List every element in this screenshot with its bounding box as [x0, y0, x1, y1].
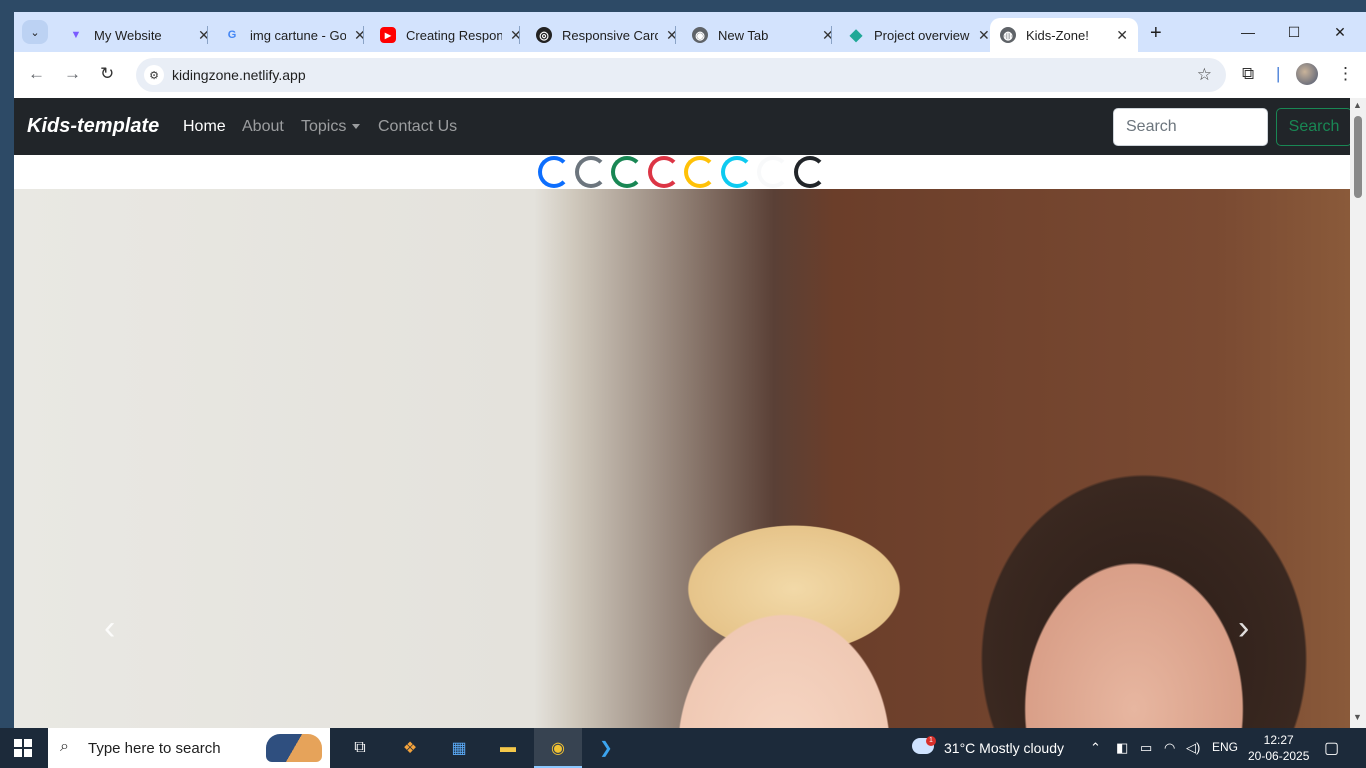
close-window-icon[interactable]: ✕ — [1317, 20, 1363, 44]
tab-separator — [831, 26, 832, 44]
nav-link-contact[interactable]: Contact Us — [378, 118, 457, 136]
chrome-taskbar-icon[interactable]: ◉ — [546, 736, 570, 760]
nav-link-topics[interactable]: Topics — [301, 118, 361, 136]
scroll-up-arrow-icon[interactable]: ▲ — [1353, 100, 1362, 110]
bookmark-star-icon[interactable]: ☆ — [1197, 65, 1212, 85]
search-icon: ⌕ — [60, 738, 69, 755]
loading-spinner — [574, 156, 607, 188]
brand-logo[interactable]: Kids-template — [27, 115, 159, 138]
codepen-icon: ◎ — [536, 27, 552, 43]
reload-icon[interactable]: ↻ — [100, 64, 114, 84]
file-explorer-icon[interactable]: ▬ — [496, 736, 520, 760]
google-icon: G — [227, 29, 237, 41]
loading-spinner — [611, 156, 643, 188]
browser-window: ⌄ ▼ My Website ✕ G img cartune - Go ✕ ▶ … — [14, 12, 1366, 728]
url-text[interactable]: kidingzone.netlify.app — [172, 67, 306, 83]
battery-icon[interactable]: ▭ — [1140, 740, 1152, 756]
system-clock[interactable]: 12:27 20-06-2025 — [1248, 732, 1309, 764]
task-view-icon[interactable]: ⧉ — [348, 736, 372, 760]
profile-avatar[interactable] — [1296, 63, 1318, 85]
scrollbar-thumb[interactable] — [1354, 116, 1362, 198]
maximize-icon[interactable]: ☐ — [1271, 20, 1317, 44]
taskbar-search-box[interactable]: ⌕ Type here to search — [48, 728, 330, 768]
loading-spinner — [720, 156, 753, 188]
site-search-button[interactable]: Search — [1276, 108, 1350, 146]
tab-separator — [675, 26, 676, 44]
tab-separator — [519, 26, 520, 44]
nav-link-about[interactable]: About — [242, 118, 284, 136]
vscode-icon[interactable]: ❯ — [594, 736, 618, 760]
nav-link-topics-label: Topics — [301, 118, 347, 135]
tab-separator — [207, 26, 208, 44]
tab-strip: ⌄ ▼ My Website ✕ G img cartune - Go ✕ ▶ … — [14, 12, 1366, 52]
new-tab-plus-icon[interactable]: + — [1150, 22, 1162, 45]
tab-google-search[interactable]: G img cartune - Go ✕ — [214, 18, 376, 52]
carousel-prev-icon[interactable]: ‹ — [104, 609, 115, 648]
scroll-down-arrow-icon[interactable]: ▼ — [1353, 712, 1362, 722]
taskbar-search-text: Type here to search — [88, 740, 221, 757]
tab-title: Responsive Card — [562, 27, 658, 43]
diamond-icon: ◆ — [849, 27, 863, 44]
globe-icon: ◍ — [1000, 27, 1016, 43]
site-search-input[interactable] — [1113, 108, 1268, 146]
windows-taskbar: ⌕ Type here to search ⧉ ❖ ▦ ▬ ◉ ❯ 1 31°C… — [0, 728, 1366, 768]
store-icon[interactable]: ▦ — [447, 736, 471, 760]
dropdown-caret-icon — [352, 124, 361, 130]
tab-title: Project overview — [874, 27, 970, 43]
tab-kids-zone[interactable]: ◍ Kids-Zone! ✕ — [990, 18, 1138, 52]
site-navbar: Kids-template Home About Topics Contact … — [14, 98, 1350, 155]
spinner-row — [14, 155, 1350, 189]
copilot-icon[interactable]: ❖ — [398, 736, 422, 760]
loading-spinner — [684, 156, 716, 188]
meet-now-icon[interactable]: ◧ — [1116, 740, 1128, 756]
clock-date: 20-06-2025 — [1248, 749, 1310, 763]
close-tab-icon[interactable]: ✕ — [978, 27, 990, 44]
weather-text[interactable]: 31°C Mostly cloudy — [944, 740, 1064, 756]
loading-spinner — [757, 156, 789, 188]
chrome-icon: ◉ — [692, 27, 708, 43]
tab-title: Kids-Zone! — [1026, 27, 1089, 43]
browser-toolbar: ← → ↻ ⚙ kidingzone.netlify.app ☆ ⧉ | ⋮ — [14, 52, 1366, 98]
loading-spinner — [793, 156, 826, 188]
loading-spinner — [647, 156, 680, 188]
chevron-up-icon[interactable]: ⌃ — [1090, 740, 1101, 756]
close-tab-icon[interactable]: ✕ — [1116, 27, 1128, 44]
vite-icon: ▼ — [70, 29, 82, 41]
tab-search-button[interactable]: ⌄ — [22, 20, 48, 44]
notifications-icon[interactable]: ▢ — [1324, 738, 1339, 758]
site-info-icon[interactable]: ⚙ — [144, 65, 164, 85]
tab-project-overview[interactable]: ◆ Project overview ✕ — [838, 18, 1000, 52]
wifi-icon[interactable]: ◠ — [1164, 740, 1175, 756]
language-indicator[interactable]: ENG — [1212, 740, 1238, 754]
web-page: Kids-template Home About Topics Contact … — [14, 98, 1350, 728]
address-bar[interactable]: ⚙ kidingzone.netlify.app ☆ — [136, 58, 1226, 92]
loading-spinner — [538, 156, 570, 188]
tab-title: img cartune - Go — [250, 27, 346, 43]
clock-time: 12:27 — [1263, 733, 1294, 747]
tab-title: New Tab — [718, 27, 769, 43]
tab-youtube[interactable]: ▶ Creating Respon ✕ — [370, 18, 532, 52]
search-highlight-image — [266, 734, 322, 762]
minimize-icon[interactable]: — — [1225, 20, 1271, 44]
tab-title: My Website — [94, 27, 162, 43]
nav-link-home[interactable]: Home — [183, 118, 226, 136]
toolbar-divider: | — [1276, 64, 1281, 83]
tab-responsive-card[interactable]: ◎ Responsive Card ✕ — [526, 18, 688, 52]
page-scrollbar[interactable]: ▲ ▼ — [1350, 98, 1366, 728]
tab-my-website[interactable]: ▼ My Website ✕ — [58, 18, 220, 52]
youtube-icon: ▶ — [380, 27, 396, 43]
volume-icon[interactable]: ◁) — [1186, 740, 1200, 756]
tab-new-tab[interactable]: ◉ New Tab ✕ — [682, 18, 844, 52]
extensions-puzzle-icon[interactable]: ⧉ — [1242, 64, 1254, 84]
tab-separator — [363, 26, 364, 44]
carousel-next-icon[interactable]: › — [1238, 609, 1249, 648]
forward-arrow-icon[interactable]: → — [64, 64, 81, 84]
back-arrow-icon[interactable]: ← — [28, 64, 45, 84]
weather-badge: 1 — [926, 736, 936, 746]
menu-kebab-icon[interactable]: ⋮ — [1337, 64, 1354, 84]
hero-carousel-image: ‹ › — [14, 189, 1350, 728]
windows-start-icon[interactable] — [14, 739, 32, 757]
tab-title: Creating Respon — [406, 27, 502, 43]
